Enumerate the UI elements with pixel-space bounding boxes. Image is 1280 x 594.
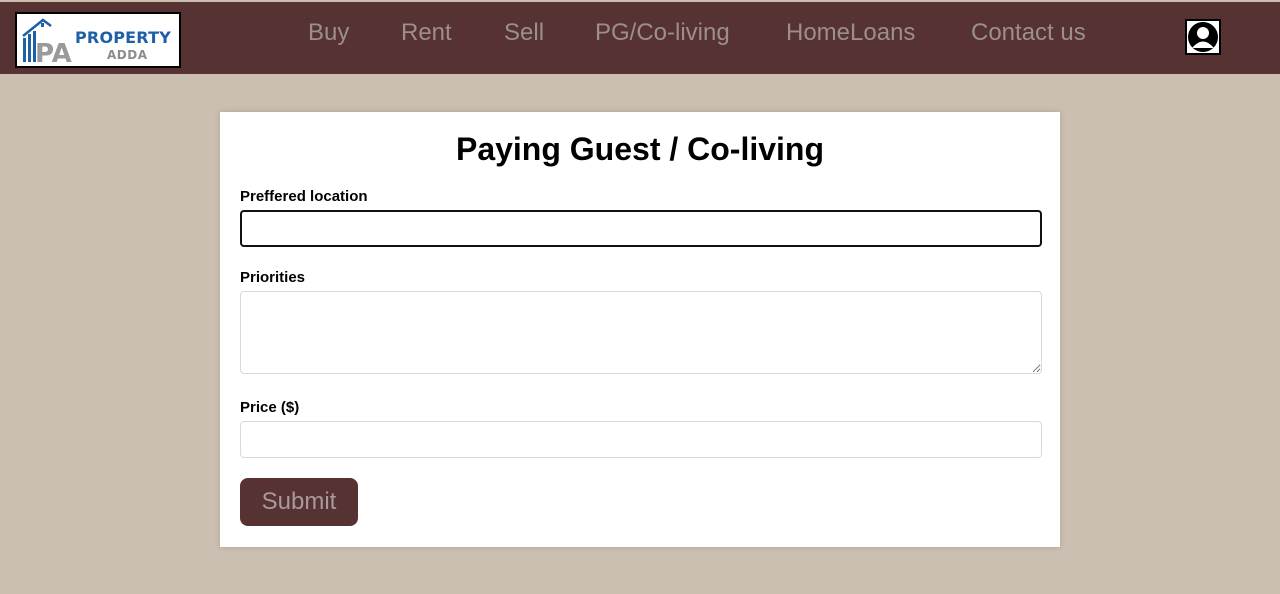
- nav-link-rent[interactable]: Rent: [401, 19, 452, 47]
- logo-monogram: PA: [35, 39, 72, 66]
- logo-brand-text: PROPERTY: [75, 28, 172, 47]
- nav-link-contact-us[interactable]: Contact us: [971, 19, 1086, 47]
- price-label: Price ($): [240, 399, 300, 416]
- nav-link-sell[interactable]: Sell: [504, 19, 544, 47]
- user-avatar-icon: [1187, 21, 1219, 53]
- priorities-label: Priorities: [240, 269, 306, 286]
- logo-sub-text: ADDA: [107, 48, 148, 62]
- user-avatar-button[interactable]: [1185, 19, 1221, 55]
- price-input[interactable]: [240, 421, 1042, 458]
- nav-link-pg-coliving[interactable]: PG/Co-living: [595, 19, 730, 47]
- page-title: Paying Guest / Co-living: [455, 131, 825, 167]
- location-label: Preffered location: [240, 188, 368, 205]
- location-input[interactable]: [240, 210, 1042, 247]
- logo-house-icon: PA: [22, 18, 72, 66]
- top-navigation-bar: PA PROPERTY ADDA Buy Rent Sell PG/Co-liv…: [0, 2, 1280, 74]
- nav-link-buy[interactable]: Buy: [308, 19, 349, 47]
- pg-coliving-form-card: Paying Guest / Co-living Preffered locat…: [220, 112, 1060, 547]
- property-adda-logo[interactable]: PA PROPERTY ADDA: [15, 12, 181, 68]
- nav-link-homeloans[interactable]: HomeLoans: [786, 19, 915, 47]
- submit-button[interactable]: Submit: [240, 478, 358, 526]
- priorities-textarea[interactable]: [240, 291, 1042, 374]
